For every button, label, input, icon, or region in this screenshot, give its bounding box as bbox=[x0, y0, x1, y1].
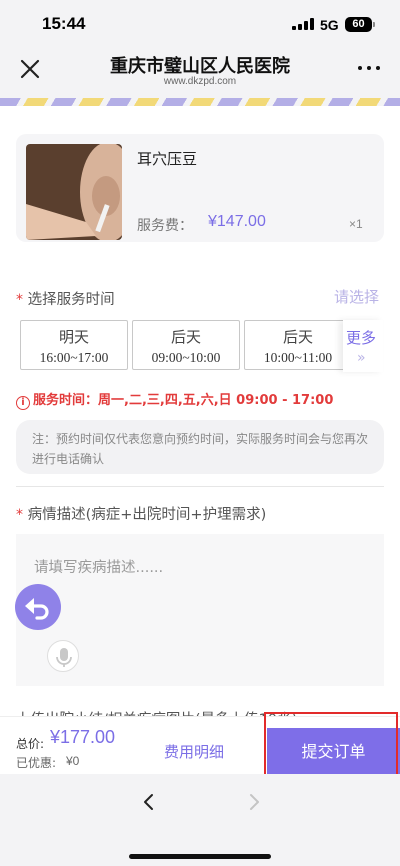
nav-bar: 重庆市璧山区人民医院 www.dkzpd.com bbox=[0, 44, 400, 96]
time-option-day: 后天 bbox=[170, 328, 201, 346]
time-option-time: 09:00~10:00 bbox=[151, 350, 221, 365]
product-image bbox=[26, 144, 122, 240]
browser-toolbar bbox=[0, 774, 400, 866]
double-chevron-icon: » bbox=[357, 350, 366, 366]
order-form: 耳穴压豆 服务费： ¥147.00 ×1 * 选择服务时间 请选择 明天 16:… bbox=[0, 106, 400, 730]
total-label: 总价: bbox=[16, 737, 45, 751]
home-indicator bbox=[129, 854, 271, 859]
status-bar: 15:44 5G 60 bbox=[0, 0, 400, 44]
service-time-text: 选择服务时间 bbox=[27, 292, 115, 308]
time-option[interactable]: 明天 16:00~17:00 bbox=[20, 320, 128, 370]
info-icon: i bbox=[16, 396, 30, 410]
service-hours-text: 服务时间：周一,二,三,四,五,六,日 09:00 - 17:00 bbox=[33, 393, 334, 408]
undo-button[interactable] bbox=[15, 584, 61, 630]
fee-price: ¥147.00 bbox=[208, 213, 266, 230]
fee-label: 服务费： bbox=[137, 218, 193, 234]
service-time-label: * 选择服务时间 bbox=[16, 288, 115, 309]
more-times-label: 更多 bbox=[346, 329, 377, 347]
status-time: 15:44 bbox=[42, 14, 86, 33]
service-hours: i 服务时间：周一,二,三,四,五,六,日 09:00 - 17:00 bbox=[16, 389, 333, 410]
forward-arrow-icon[interactable] bbox=[244, 792, 264, 812]
signal-icon bbox=[292, 18, 314, 30]
more-menu-icon[interactable] bbox=[358, 66, 382, 72]
undo-icon bbox=[25, 598, 49, 620]
discount-value: ¥0 bbox=[66, 754, 80, 768]
discount-label: 已优惠: bbox=[16, 756, 57, 770]
choose-time-link[interactable]: 请选择 bbox=[334, 286, 379, 307]
page-title: 重庆市璧山区人民医院 bbox=[110, 56, 290, 77]
time-option[interactable]: 后天 09:00~10:00 bbox=[132, 320, 240, 370]
fee-detail-link[interactable]: 费用明细 bbox=[164, 741, 224, 762]
illness-placeholder: 请填写疾病描述...... bbox=[34, 560, 164, 576]
required-mark: * bbox=[16, 507, 23, 523]
divider bbox=[16, 486, 384, 487]
microphone-icon bbox=[56, 648, 72, 667]
time-option-day: 明天 bbox=[58, 328, 89, 346]
page-url: www.dkzpd.com bbox=[163, 76, 237, 87]
product-name: 耳穴压豆 bbox=[137, 150, 198, 168]
back-arrow-icon[interactable] bbox=[139, 792, 159, 812]
decorative-stripe bbox=[0, 98, 400, 106]
more-times-button[interactable]: 更多 » bbox=[343, 320, 383, 372]
network-type: 5G bbox=[320, 17, 339, 33]
notice-box: 注：预约时间仅代表您意向预约时间，实际服务时间会与您再次进行电话确认 bbox=[16, 420, 384, 474]
time-option-time: 10:00~11:00 bbox=[263, 350, 333, 365]
total-price: ¥177.00 bbox=[50, 727, 116, 747]
time-option[interactable]: 后天 10:00~11:00 bbox=[244, 320, 352, 370]
illness-label: * 病情描述(病症+出院时间+护理需求) bbox=[16, 503, 266, 524]
quantity: ×1 bbox=[349, 217, 363, 231]
required-mark: * bbox=[16, 292, 23, 308]
time-option-time: 16:00~17:00 bbox=[39, 350, 109, 365]
battery-icon: 60 bbox=[345, 17, 375, 32]
illness-label-text: 病情描述(病症+出院时间+护理需求) bbox=[27, 507, 267, 523]
voice-input-button[interactable] bbox=[47, 640, 79, 672]
time-option-day: 后天 bbox=[282, 328, 313, 346]
product-card: 耳穴压豆 服务费： ¥147.00 ×1 bbox=[16, 134, 384, 242]
